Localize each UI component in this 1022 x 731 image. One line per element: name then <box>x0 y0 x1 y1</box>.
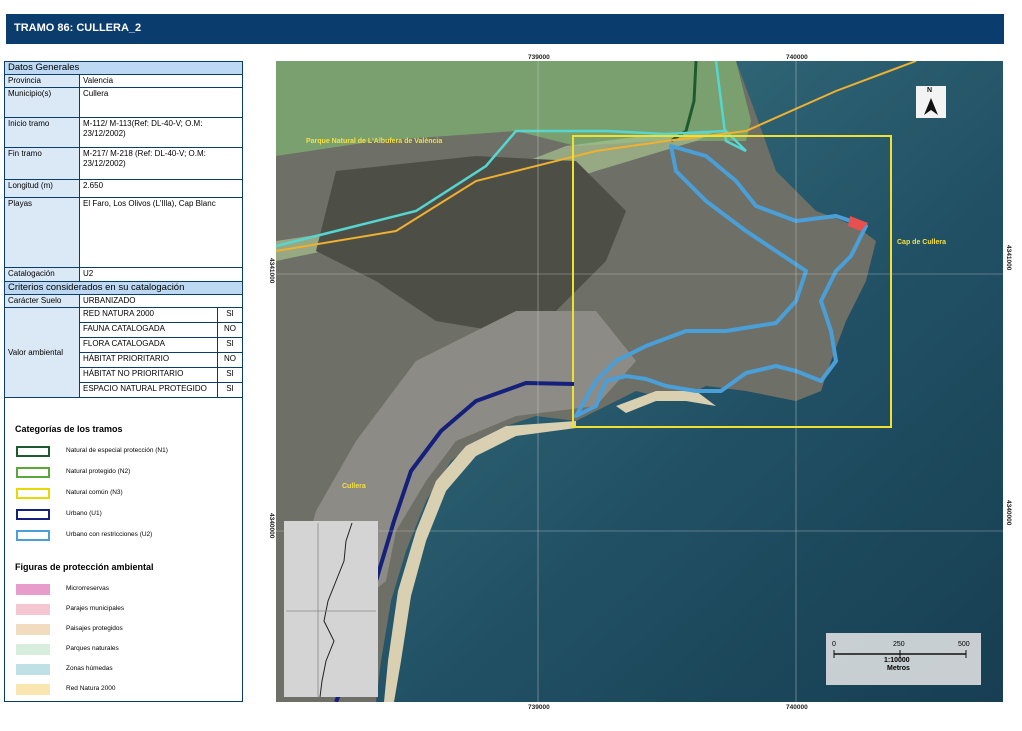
label-provincia: Provincia <box>4 74 80 88</box>
value-playas: El Faro, Los Olivos (L'Illa), Cap Blanc <box>79 197 243 268</box>
legend-label: Natural de especial protección (N1) <box>66 447 168 454</box>
coord-top-1: 739000 <box>528 54 550 61</box>
scale-label-0: 0 <box>832 641 836 648</box>
legend-label: Zonas húmedas <box>66 665 113 672</box>
info-table: Datos Generales Provincia Valencia Munic… <box>4 61 243 398</box>
value-provincia: Valencia <box>79 74 243 88</box>
coord-left-2: 4340000 <box>268 513 275 539</box>
general-header: Datos Generales <box>4 61 243 75</box>
criterion-name: HÁBITAT PRIORITARIO <box>79 352 218 368</box>
value-caracter-suelo: URBANIZADO <box>79 294 243 308</box>
legend-label: Parques naturales <box>66 645 119 652</box>
coord-right-1: 4341000 <box>1005 245 1012 271</box>
inset-locator-map <box>284 521 378 697</box>
label-municipio: Municipio(s) <box>4 87 80 118</box>
criterion-value: SI <box>217 307 243 323</box>
criterion-value: NO <box>217 352 243 368</box>
criterion-value: SI <box>217 337 243 353</box>
legend-swatch <box>16 584 50 595</box>
legend-label: Urbano con restricciones (U2) <box>66 531 153 538</box>
coord-left-1: 4341000 <box>268 258 275 284</box>
criterion-name: RED NATURA 2000 <box>79 307 218 323</box>
label-park: Parque Natural de L'Albufera de València <box>306 138 443 145</box>
title-bar: TRAMO 86: CULLERA_2 <box>6 14 1004 44</box>
criterion-value: SI <box>217 382 243 398</box>
value-inicio: M-112/ M-113(Ref: DL-40-V; O.M: 23/12/20… <box>79 117 243 148</box>
legend-swatch <box>16 664 50 675</box>
legend-swatch <box>16 530 50 541</box>
label-town: Cullera <box>342 483 366 490</box>
legend-swatch <box>16 509 50 520</box>
coord-bottom-1: 739000 <box>528 704 550 711</box>
legend-categories-title: Categorías de los tramos <box>15 424 123 434</box>
legend-swatch <box>16 446 50 457</box>
criterion-name: FAUNA CATALOGADA <box>79 322 218 338</box>
legend-label: Urbano (U1) <box>66 510 102 517</box>
value-longitud: 2.650 <box>79 179 243 198</box>
legend-swatch <box>16 488 50 499</box>
legend-label: Natural protegido (N2) <box>66 468 131 475</box>
legend-protection-title: Figuras de protección ambiental <box>15 562 154 572</box>
label-valor-ambiental: Valor ambiental <box>4 307 80 398</box>
value-catalogacion: U2 <box>79 267 243 282</box>
map-canvas <box>276 61 1003 702</box>
legend-swatch <box>16 684 50 695</box>
legend-swatch <box>16 467 50 478</box>
criterion-name: ESPACIO NATURAL PROTEGIDO <box>79 382 218 398</box>
legend-swatch <box>16 644 50 655</box>
page-title: TRAMO 86: CULLERA_2 <box>14 22 142 34</box>
criterion-name: FLORA CATALOGADA <box>79 337 218 353</box>
scale-label-250: 250 <box>893 641 905 648</box>
label-fin: Fin tramo <box>4 147 80 180</box>
legend-label: Red Natura 2000 <box>66 685 116 692</box>
value-municipio: Cullera <box>79 87 243 118</box>
coord-bottom-2: 740000 <box>786 704 808 711</box>
north-label: N <box>927 87 933 94</box>
legend-swatch <box>16 624 50 635</box>
label-inicio: Inicio tramo <box>4 117 80 148</box>
criterion-value: NO <box>217 322 243 338</box>
value-fin: M-217/ M-218 (Ref: DL-40-V; O.M: 23/12/2… <box>79 147 243 180</box>
label-cape: Cap de Cullera <box>897 239 947 246</box>
scale-unit: Metros <box>887 665 910 672</box>
coord-top-2: 740000 <box>786 54 808 61</box>
coord-right-2: 4340000 <box>1005 500 1012 526</box>
label-longitud: Longitud (m) <box>4 179 80 198</box>
criterion-value: SI <box>217 367 243 383</box>
label-playas: Playas <box>4 197 80 268</box>
scale-ratio: 1:10000 <box>884 657 910 664</box>
legend-label: Parajes municipales <box>66 605 125 612</box>
legend-label: Paisajes protegidos <box>66 625 123 632</box>
criteria-header: Criterios considerados en su catalogació… <box>4 281 243 295</box>
legend-swatch <box>16 604 50 615</box>
scale-label-500: 500 <box>958 641 970 648</box>
legend-label: Microrreservas <box>66 585 109 592</box>
label-catalogacion: Catalogación <box>4 267 80 282</box>
criterion-name: HÁBITAT NO PRIORITARIO <box>79 367 218 383</box>
legend-label: Natural común (N3) <box>66 489 123 496</box>
label-caracter-suelo: Carácter Suelo <box>4 294 80 308</box>
map-view[interactable]: Parque Natural de L'Albufera de València… <box>276 61 1003 702</box>
